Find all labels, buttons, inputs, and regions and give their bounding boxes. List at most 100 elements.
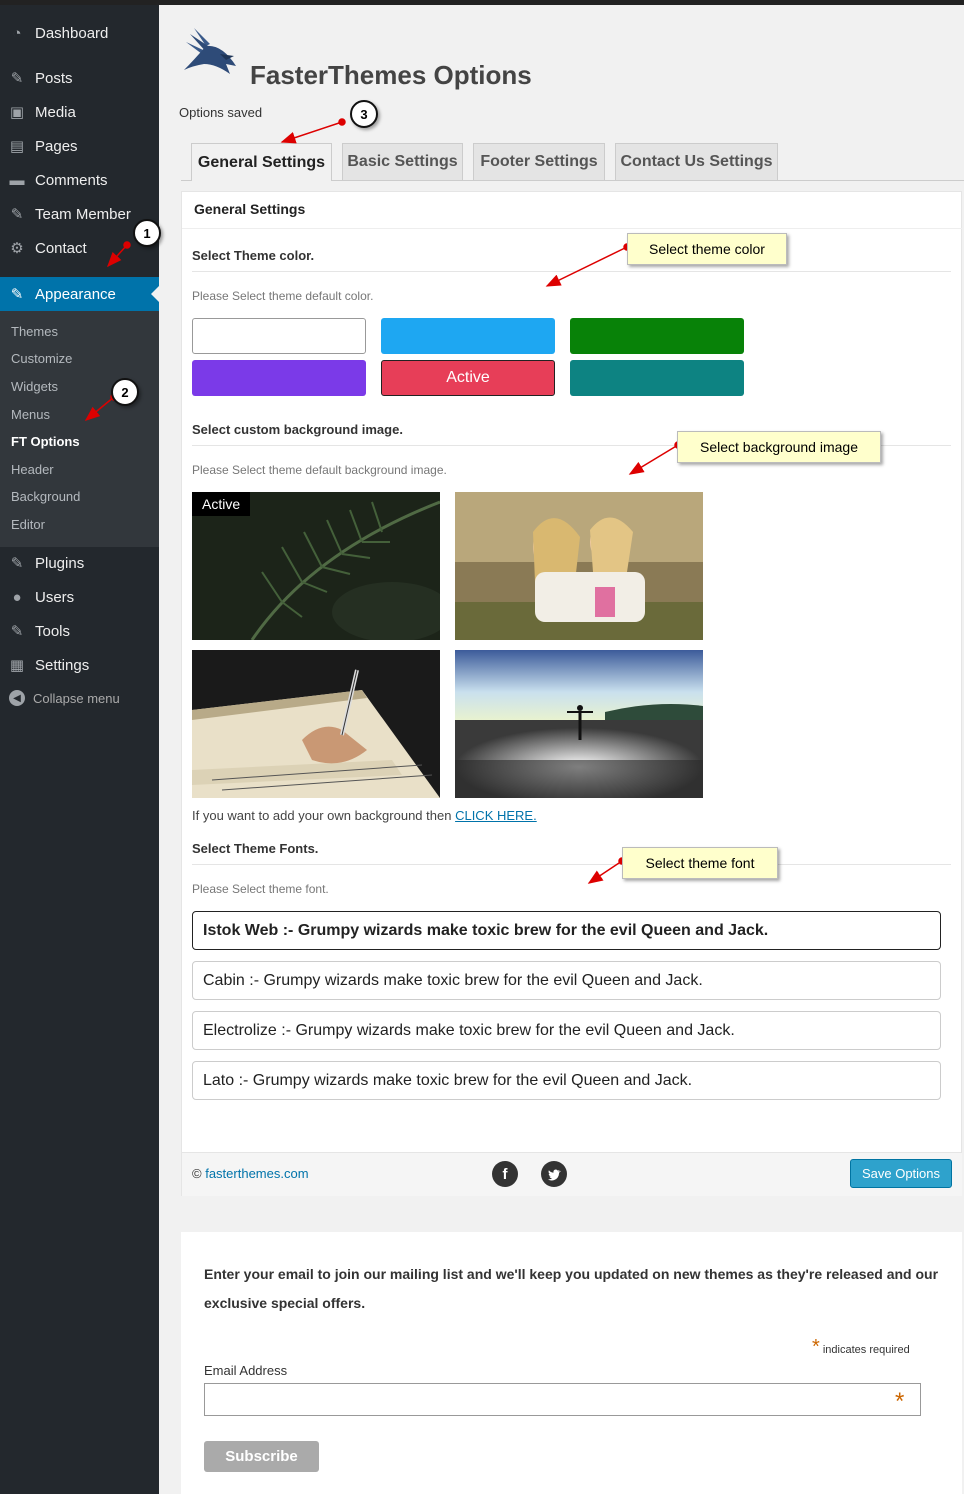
font-option-istok-web[interactable]: Istok Web :- Grumpy wizards make toxic b…: [192, 911, 941, 950]
sidebar-item-label: Dashboard: [35, 24, 109, 42]
user-icon: ●: [12, 588, 22, 606]
sidebar-item-label: Tools: [35, 622, 71, 640]
theme-color-title: Select Theme color.: [192, 248, 315, 263]
page-title: FasterThemes Options: [250, 60, 532, 90]
theme-fonts-desc: Please Select theme font.: [192, 882, 329, 896]
background-image-title: Select custom background image.: [192, 422, 403, 437]
sidebar-item-posts[interactable]: ✎ Posts: [0, 61, 159, 95]
tab-footer-settings[interactable]: Footer Settings: [473, 143, 605, 180]
color-swatch-green[interactable]: [570, 318, 744, 354]
collapse-arrow-icon: ◀: [9, 690, 25, 706]
panel-title-divider: [182, 228, 962, 229]
color-swatch-red-active[interactable]: Active: [381, 360, 555, 396]
active-background-tag: Active: [192, 492, 251, 516]
color-swatch-blue[interactable]: [381, 318, 555, 354]
panel-title: General Settings: [194, 201, 306, 217]
sidebar-item-label: Team Member: [35, 205, 131, 223]
comments-icon: ▬: [9, 171, 25, 189]
email-required-star: *: [895, 1388, 905, 1415]
gear-icon: ⚙: [10, 240, 24, 257]
submenu-item-background[interactable]: Background: [11, 489, 80, 504]
options-saved-notice: Options saved: [179, 105, 263, 120]
background-option-girls[interactable]: [455, 492, 703, 640]
background-image-desc: Please Select theme default background i…: [192, 463, 447, 477]
facebook-icon[interactable]: f: [492, 1161, 518, 1187]
brush-icon: ✎: [10, 286, 24, 303]
save-options-button[interactable]: Save Options: [850, 1159, 952, 1188]
submenu-item-header[interactable]: Header: [11, 462, 54, 477]
submenu-item-widgets[interactable]: Widgets: [11, 379, 58, 394]
theme-color-desc: Please Select theme default color.: [192, 289, 374, 303]
plug-icon: ✎: [10, 555, 24, 572]
sidebar-item-settings[interactable]: ▦ Settings: [0, 648, 159, 682]
collapse-menu-button[interactable]: ◀ Collapse menu: [0, 690, 120, 706]
callout-select-background-image: Select background image: [677, 431, 881, 463]
sidebar-item-label: Pages: [35, 137, 78, 155]
required-note: * indicates required: [812, 1336, 910, 1359]
sidebar-item-appearance[interactable]: ✎ Appearance: [0, 277, 159, 311]
appearance-submenu: Themes Customize Widgets Menus FT Option…: [0, 311, 159, 547]
tab-general-settings[interactable]: General Settings: [191, 143, 332, 181]
settings-icon: ▦: [9, 657, 25, 674]
background-option-beach[interactable]: [455, 650, 703, 798]
pages-icon: ▤: [9, 138, 25, 155]
color-swatch-teal[interactable]: [570, 360, 744, 396]
sidebar-item-comments[interactable]: ▬ Comments: [0, 163, 159, 197]
callout-select-theme-color: Select theme color: [627, 233, 787, 265]
annotation-number-1: 1: [133, 219, 161, 247]
sidebar-item-media[interactable]: ▣ Media: [0, 95, 159, 129]
wrench-icon: ✎: [10, 623, 24, 640]
subscribe-button[interactable]: Subscribe: [204, 1441, 319, 1472]
sidebar-item-label: Media: [35, 103, 76, 121]
theme-fonts-title: Select Theme Fonts.: [192, 841, 319, 856]
pin-icon: ✎: [10, 70, 24, 87]
click-here-link[interactable]: CLICK HERE.: [455, 808, 537, 823]
email-input[interactable]: [204, 1383, 921, 1416]
sidebar-item-label: Appearance: [35, 285, 116, 303]
dashboard-icon: ◔: [12, 24, 22, 42]
tab-contact-us-settings[interactable]: Contact Us Settings: [615, 143, 778, 180]
section-divider: [192, 271, 951, 272]
fasterthemes-logo-icon: [184, 28, 236, 74]
required-star: *: [812, 1336, 820, 1358]
font-option-cabin[interactable]: Cabin :- Grumpy wizards make toxic brew …: [192, 961, 941, 1000]
fasterthemes-link[interactable]: fasterthemes.com: [205, 1166, 308, 1181]
tab-basic-settings[interactable]: Basic Settings: [342, 143, 463, 180]
submenu-item-editor[interactable]: Editor: [11, 517, 45, 532]
copyright-text: © fasterthemes.com: [192, 1166, 309, 1181]
annotation-dot-3: [338, 118, 346, 126]
pin-icon: ✎: [10, 206, 24, 223]
email-label: Email Address: [204, 1363, 288, 1378]
annotation-arrow-3: [280, 121, 343, 144]
font-option-electrolize[interactable]: Electrolize :- Grumpy wizards make toxic…: [192, 1011, 941, 1050]
media-icon: ▣: [9, 104, 25, 121]
sidebar-item-label: Contact: [35, 239, 87, 257]
copyright-symbol: ©: [192, 1166, 202, 1181]
sidebar-item-users[interactable]: ● Users: [0, 580, 159, 614]
own-background-text: If you want to add your own background t…: [192, 808, 537, 823]
sidebar-item-plugins[interactable]: ✎ Plugins: [0, 546, 159, 580]
submenu-item-ft-options[interactable]: FT Options: [11, 434, 80, 449]
callout-select-theme-font: Select theme font: [622, 847, 778, 879]
sidebar-item-label: Comments: [35, 171, 108, 189]
sidebar-item-label: Posts: [35, 69, 73, 87]
background-option-writing[interactable]: [192, 650, 440, 798]
submenu-item-menus[interactable]: Menus: [11, 407, 50, 422]
submenu-item-themes[interactable]: Themes: [11, 324, 58, 339]
annotation-number-3: 3: [350, 100, 378, 128]
mailing-list-text: Enter your email to join our mailing lis…: [204, 1266, 939, 1311]
color-swatch-purple[interactable]: [192, 360, 366, 396]
twitter-icon[interactable]: [541, 1161, 567, 1187]
active-label: Active: [446, 369, 490, 386]
section-divider: [192, 864, 951, 865]
sidebar-item-label: Users: [35, 588, 75, 606]
submenu-item-customize[interactable]: Customize: [11, 351, 72, 366]
sidebar-item-dashboard[interactable]: ◔ Dashboard: [0, 16, 159, 50]
sidebar-item-label: Settings: [35, 656, 90, 674]
sidebar-item-pages[interactable]: ▤ Pages: [0, 129, 159, 163]
color-swatch-white[interactable]: [192, 318, 366, 354]
required-note-label: indicates required: [822, 1344, 910, 1356]
annotation-number-2: 2: [111, 378, 139, 406]
font-option-lato[interactable]: Lato :- Grumpy wizards make toxic brew f…: [192, 1061, 941, 1100]
sidebar-item-tools[interactable]: ✎ Tools: [0, 614, 159, 648]
